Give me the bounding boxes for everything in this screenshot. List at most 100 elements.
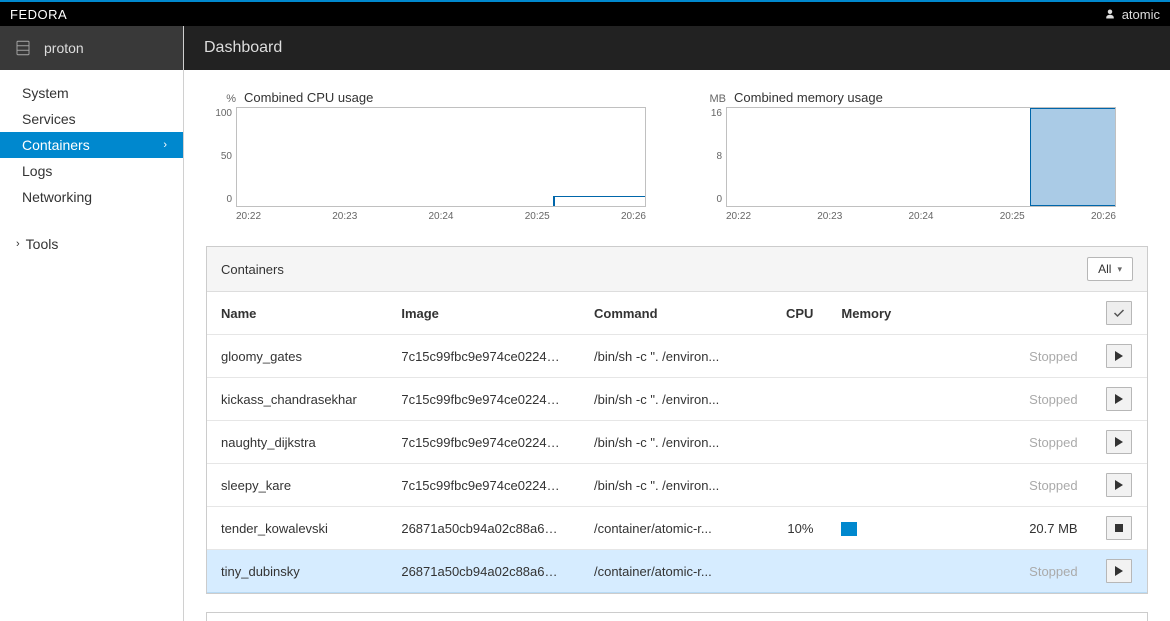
cell-image: 7c15c99fbc9e974ce022452... (387, 421, 580, 464)
cell-memory-value: Stopped (907, 550, 1091, 593)
cell-cpu (771, 378, 828, 421)
play-button[interactable] (1106, 344, 1132, 368)
containers-panel: Containers All ▾ Name Image Command CPU … (206, 246, 1148, 594)
cell-command: /bin/sh -c ". /environ... (580, 378, 771, 421)
cpu-yaxis: 100 50 0 (206, 107, 236, 207)
content: Dashboard % Combined CPU usage 100 50 0 (184, 26, 1170, 621)
cell-cpu (771, 421, 828, 464)
play-icon (1114, 351, 1124, 361)
user-icon (1104, 8, 1116, 20)
cpu-chart-title: Combined CPU usage (244, 90, 373, 105)
cell-name: tiny_dubinsky (207, 550, 387, 593)
sidebar-item-networking[interactable]: Networking (0, 184, 183, 210)
sidebar-item-label: Services (22, 111, 76, 127)
cell-memory-bar (827, 421, 907, 464)
memory-chart-title: Combined memory usage (734, 90, 883, 105)
containers-filter-dropdown[interactable]: All ▾ (1087, 257, 1133, 281)
sidebar-item-label: Logs (22, 163, 52, 179)
check-icon (1113, 307, 1125, 319)
cell-name: gloomy_gates (207, 335, 387, 378)
cpu-plot (236, 107, 646, 207)
cell-image: 7c15c99fbc9e974ce022452... (387, 335, 580, 378)
cpu-xaxis: 20:22 20:23 20:24 20:25 20:26 (236, 207, 646, 226)
table-row[interactable]: tender_kowalevski26871a50cb94a02c88a63c.… (207, 507, 1147, 550)
play-button[interactable] (1106, 473, 1132, 497)
cell-memory-value: Stopped (907, 464, 1091, 507)
memory-xaxis: 20:22 20:23 20:24 20:25 20:26 (726, 207, 1116, 226)
th-image[interactable]: Image (387, 292, 580, 335)
cell-command: /bin/sh -c ". /environ... (580, 421, 771, 464)
page-title: Dashboard (204, 39, 282, 57)
play-button[interactable] (1106, 387, 1132, 411)
cell-memory-value: Stopped (907, 335, 1091, 378)
play-icon (1114, 394, 1124, 404)
cell-memory-bar (827, 464, 907, 507)
cell-memory-bar (827, 550, 907, 593)
sidebar-item-label: Networking (22, 189, 92, 205)
topbar: FEDORA atomic (0, 2, 1170, 26)
cell-memory-bar (827, 335, 907, 378)
select-all-button[interactable] (1106, 301, 1132, 325)
memory-chart: MB Combined memory usage 16 8 0 (696, 90, 1116, 226)
cell-memory-value: 20.7 MB (907, 507, 1091, 550)
sidebar-item-label: Containers (22, 137, 90, 153)
sidebar-host-label: proton (44, 40, 84, 56)
play-button[interactable] (1106, 430, 1132, 454)
cell-image: 7c15c99fbc9e974ce022452... (387, 464, 580, 507)
cell-command: /container/atomic-r... (580, 507, 771, 550)
containers-heading: Containers (221, 262, 284, 277)
cell-image: 7c15c99fbc9e974ce022452... (387, 378, 580, 421)
sidebar-item-label: System (22, 85, 69, 101)
chevron-right-icon: › (16, 238, 20, 250)
server-icon (14, 39, 32, 57)
cell-cpu: 10% (771, 507, 828, 550)
th-cpu[interactable]: CPU (771, 292, 828, 335)
stop-icon (1114, 523, 1124, 533)
th-command[interactable]: Command (580, 292, 771, 335)
table-row[interactable]: gloomy_gates7c15c99fbc9e974ce022452.../b… (207, 335, 1147, 378)
sidebar-item-containers[interactable]: Containers › (0, 132, 183, 158)
containers-table: Name Image Command CPU Memory (207, 292, 1147, 593)
memory-plot (726, 107, 1116, 207)
cell-image: 26871a50cb94a02c88a63c... (387, 550, 580, 593)
cell-command: /bin/sh -c ". /environ... (580, 335, 771, 378)
cell-name: tender_kowalevski (207, 507, 387, 550)
cell-cpu (771, 550, 828, 593)
play-icon (1114, 480, 1124, 490)
cell-image: 26871a50cb94a02c88a63c... (387, 507, 580, 550)
cpu-chart-unit: % (206, 93, 236, 105)
cell-name: sleepy_kare (207, 464, 387, 507)
sidebar-item-services[interactable]: Services (0, 106, 183, 132)
cell-cpu (771, 464, 828, 507)
memory-chart-unit: MB (696, 93, 726, 105)
cell-name: naughty_dijkstra (207, 421, 387, 464)
cell-memory-value: Stopped (907, 421, 1091, 464)
sidebar-item-logs[interactable]: Logs (0, 158, 183, 184)
cell-memory-value: Stopped (907, 378, 1091, 421)
user-menu[interactable]: atomic (1104, 7, 1160, 22)
th-name[interactable]: Name (207, 292, 387, 335)
cell-cpu (771, 335, 828, 378)
sidebar-host[interactable]: proton (0, 26, 183, 70)
sidebar-item-system[interactable]: System (0, 80, 183, 106)
cell-memory-bar (827, 507, 907, 550)
page-header: Dashboard (184, 26, 1170, 70)
play-button[interactable] (1106, 559, 1132, 583)
cpu-chart: % Combined CPU usage 100 50 0 (206, 90, 646, 226)
play-icon (1114, 437, 1124, 447)
memory-yaxis: 16 8 0 (696, 107, 726, 207)
table-row[interactable]: kickass_chandrasekhar7c15c99fbc9e974ce02… (207, 378, 1147, 421)
cell-memory-bar (827, 378, 907, 421)
stop-button[interactable] (1106, 516, 1132, 540)
sidebar: proton System Services Containers › Logs Netw… (0, 26, 184, 621)
cell-command: /container/atomic-r... (580, 550, 771, 593)
table-row[interactable]: tiny_dubinsky26871a50cb94a02c88a63c.../c… (207, 550, 1147, 593)
play-icon (1114, 566, 1124, 576)
chevron-right-icon: › (163, 139, 167, 151)
containers-filter-label: All (1098, 262, 1111, 276)
table-row[interactable]: sleepy_kare7c15c99fbc9e974ce022452.../bi… (207, 464, 1147, 507)
sidebar-group-label: Tools (26, 236, 59, 252)
sidebar-group-tools[interactable]: › Tools (0, 230, 183, 258)
table-row[interactable]: naughty_dijkstra7c15c99fbc9e974ce022452.… (207, 421, 1147, 464)
th-memory[interactable]: Memory (827, 292, 907, 335)
